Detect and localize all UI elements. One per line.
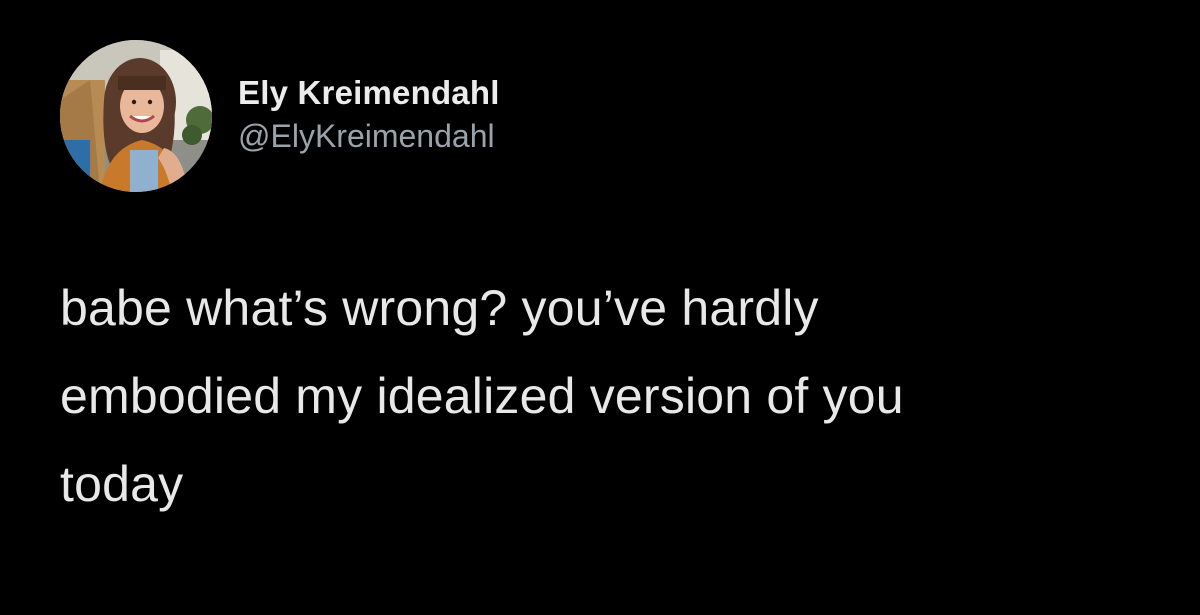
- user-handle[interactable]: @ElyKreimendahl: [238, 115, 500, 157]
- tweet-text-line: embodied my idealized version of you: [60, 368, 904, 424]
- tweet-text: babe what’s wrong? you’ve hardly embodie…: [60, 264, 1140, 528]
- author-names: Ely Kreimendahl @ElyKreimendahl: [238, 73, 500, 157]
- avatar[interactable]: [60, 40, 212, 192]
- tweet-text-line: babe what’s wrong? you’ve hardly: [60, 280, 819, 336]
- display-name[interactable]: Ely Kreimendahl: [238, 73, 500, 113]
- tweet-text-line: today: [60, 456, 184, 512]
- profile-photo-icon: [60, 40, 212, 192]
- tweet-header: Ely Kreimendahl @ElyKreimendahl: [60, 40, 500, 192]
- tweet-card: Ely Kreimendahl @ElyKreimendahl babe wha…: [0, 0, 1200, 615]
